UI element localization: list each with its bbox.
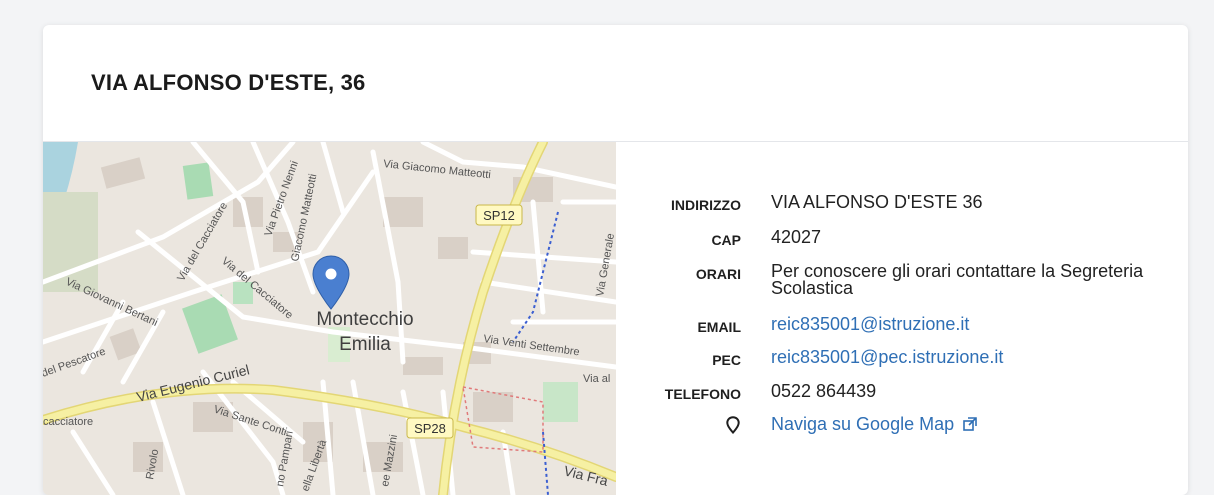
info-row-email: EMAIL reic835001@istruzione.it [616, 315, 1188, 335]
info-label: CAP [711, 232, 741, 248]
info-label: ORARI [695, 266, 741, 282]
info-row-orari: ORARI Per conoscere gli orari contattare… [616, 261, 1188, 298]
address-card: VIA ALFONSO D'ESTE, 36 SP12 SP28 Via Gia… [43, 25, 1188, 495]
pec-link[interactable]: reic835001@pec.istruzione.it [771, 348, 1188, 368]
map-canvas: SP12 SP28 Via Giacomo Matteotti Giacomo … [43, 142, 616, 495]
external-link-icon [963, 417, 977, 431]
info-label: TELEFONO [664, 386, 741, 402]
info-row-pec: PEC reic835001@pec.istruzione.it [616, 348, 1188, 368]
google-maps-link[interactable]: Naviga su Google Map [771, 414, 1188, 434]
sp12-shield: SP12 [475, 204, 523, 226]
svg-text:SP28: SP28 [414, 421, 446, 436]
email-link[interactable]: reic835001@istruzione.it [771, 315, 1188, 335]
town-label: Montecchio [316, 309, 413, 330]
info-row-cap: CAP 42027 [616, 227, 1188, 248]
contact-info: INDIRIZZO VIA ALFONSO D'ESTE 36 CAP 4202… [616, 142, 1188, 495]
svg-text:cacciatore: cacciatore [43, 416, 93, 428]
park-area [182, 162, 214, 200]
town-label: Emilia [339, 334, 391, 355]
card-header: VIA ALFONSO D'ESTE, 36 [43, 25, 1188, 142]
map-pin-icon [726, 416, 740, 434]
info-value: 42027 [771, 227, 822, 247]
info-row-maps: Naviga su Google Map [616, 414, 1188, 434]
google-maps-link-label: Naviga su Google Map [771, 414, 955, 434]
svg-text:Via al: Via al [583, 373, 610, 385]
address-title: VIA ALFONSO D'ESTE, 36 [91, 70, 366, 95]
info-row-telefono: TELEFONO 0522 864439 [616, 381, 1188, 402]
info-value: Per conoscere gli orari contattare la Se… [771, 261, 1144, 298]
info-label: INDIRIZZO [671, 197, 741, 213]
info-label: EMAIL [697, 319, 741, 335]
info-value: VIA ALFONSO D'ESTE 36 [771, 192, 983, 212]
svg-text:SP12: SP12 [483, 208, 515, 223]
map-pin-icon-cell [616, 416, 741, 434]
info-label: PEC [712, 352, 741, 368]
info-value: 0522 864439 [771, 381, 877, 401]
sp28-shield: SP28 [406, 417, 454, 439]
park-area [543, 382, 578, 422]
location-map[interactable]: SP12 SP28 Via Giacomo Matteotti Giacomo … [43, 142, 616, 495]
info-row-indirizzo: INDIRIZZO VIA ALFONSO D'ESTE 36 [616, 192, 1188, 213]
